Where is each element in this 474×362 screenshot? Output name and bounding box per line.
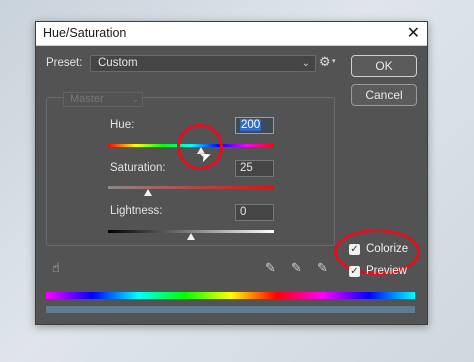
hue-saturation-dialog: Hue/Saturation ✕ Preset: Custom ⌄ ⚙ ▾ OK… [35,21,428,325]
preset-dropdown[interactable]: Custom ⌄ [90,55,316,72]
channel-dropdown[interactable]: Master ⌄ [63,92,143,107]
saturation-value: 25 [240,162,253,174]
preset-label: Preset: [46,57,83,69]
eyedropper-plus-icon[interactable]: ✎ [291,260,302,276]
colorize-checkbox[interactable]: ✓ [349,244,360,255]
eyedropper-icon[interactable]: ✎ [265,260,276,276]
title-bar: Hue/Saturation ✕ [36,22,427,46]
caret-down-icon[interactable]: ▾ [332,57,336,65]
chevron-down-icon: ⌄ [301,58,310,69]
preview-checkbox[interactable]: ✓ [349,266,360,277]
eyedropper-minus-icon[interactable]: ✎ [317,260,328,276]
ok-button[interactable]: OK [351,55,417,77]
colorize-label: Colorize [366,243,409,255]
saturation-label: Saturation: [110,162,166,174]
output-color-bar [46,306,415,313]
lightness-input[interactable]: 0 [235,204,274,221]
saturation-slider-thumb[interactable] [144,189,152,196]
saturation-slider-track[interactable] [108,186,274,189]
cancel-button[interactable]: Cancel [351,84,417,106]
lightness-slider-thumb[interactable] [187,233,195,240]
highlight-ring [177,124,223,170]
adjustments-group [46,97,335,246]
lightness-value: 0 [240,206,247,218]
gear-icon[interactable]: ⚙ [319,54,331,70]
hue-value: 200 [240,119,262,131]
lightness-label: Lightness: [110,205,163,217]
saturation-input[interactable]: 25 [235,160,274,177]
preset-value: Custom [98,57,138,69]
preview-label: Preview [366,265,407,277]
hue-input[interactable]: 200 [235,117,274,134]
chevron-down-icon: ⌄ [131,94,139,104]
hand-adjust-icon[interactable]: ☝ [52,260,60,276]
hue-label: Hue: [110,119,135,131]
close-icon[interactable]: ✕ [407,23,420,43]
input-color-bar [46,292,415,299]
dialog-title: Hue/Saturation [43,26,127,40]
channel-value: Master [70,93,104,105]
